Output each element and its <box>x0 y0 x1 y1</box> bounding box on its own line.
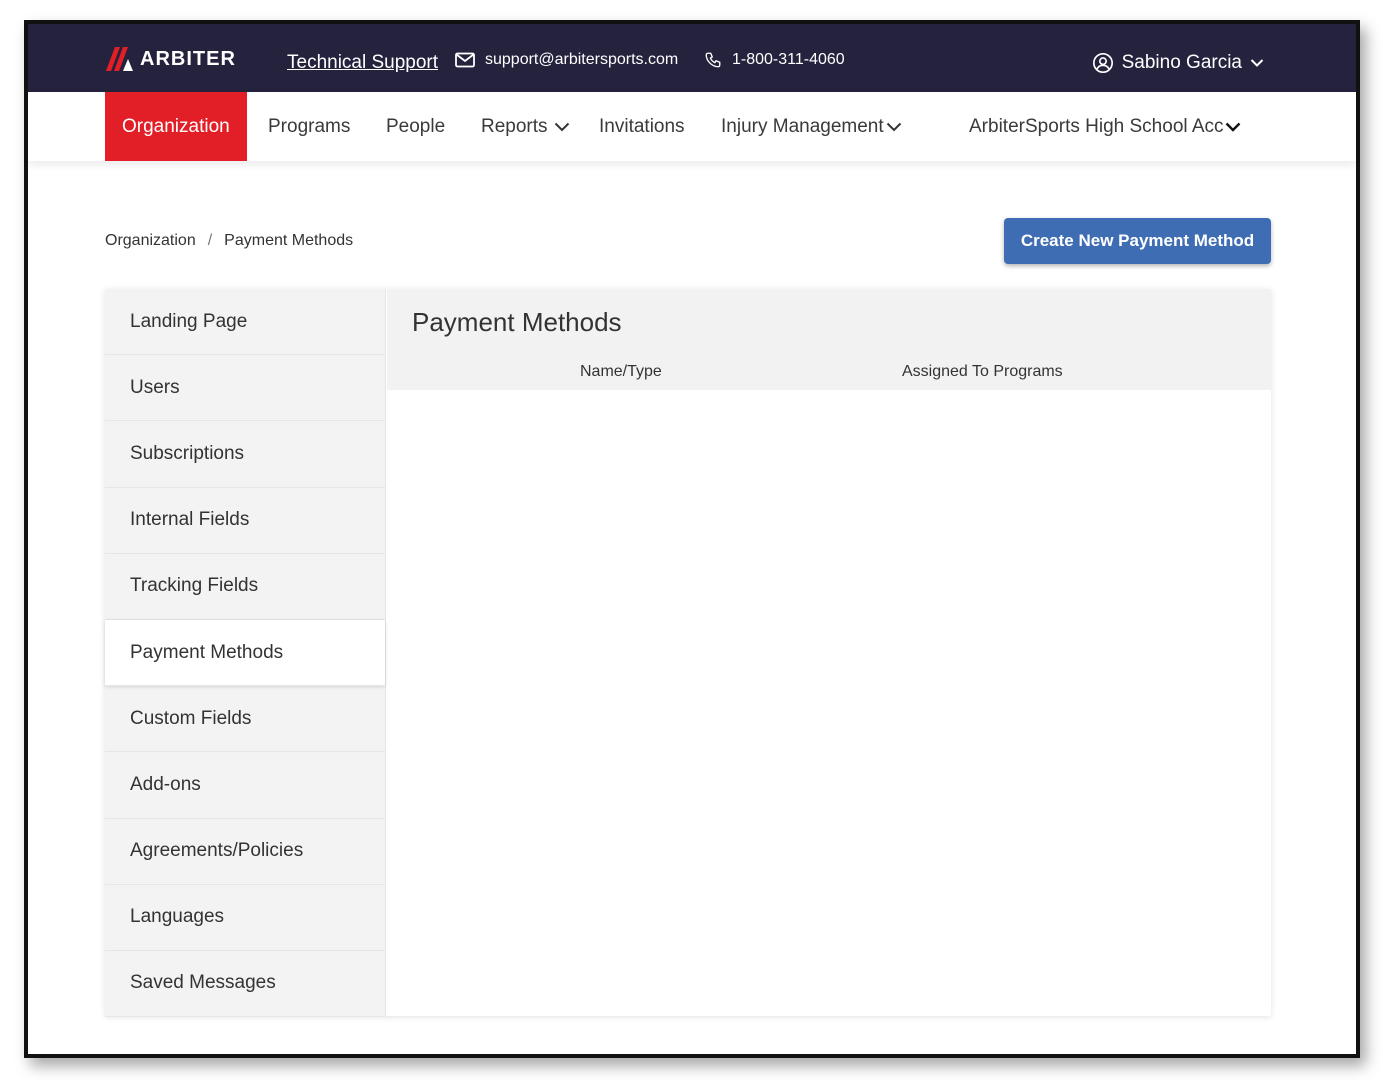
column-header-name-type[interactable]: Name/Type <box>580 363 662 381</box>
user-circle-icon <box>1092 52 1114 74</box>
breadcrumb-separator: / <box>207 232 213 249</box>
nav-label: Programs <box>268 115 351 137</box>
nav-label: Organization <box>122 115 230 137</box>
sidebar-item-payment-methods[interactable]: Payment Methods <box>105 619 385 687</box>
create-payment-method-button[interactable]: Create New Payment Method <box>1004 218 1271 264</box>
sidebar-item-landing-page[interactable]: Landing Page <box>105 289 385 356</box>
sidebar-item-tracking-fields[interactable]: Tracking Fields <box>105 554 385 620</box>
sidebar-item-label: Users <box>130 376 180 398</box>
sidebar-item-label: Agreements/Policies <box>130 840 304 862</box>
payment-methods-panel: Payment Methods Name/Type Assigned To Pr… <box>387 289 1271 1016</box>
sidebar-item-agreements-policies[interactable]: Agreements/Policies <box>105 819 385 885</box>
support-email-text: support@arbitersports.com <box>485 51 679 68</box>
nav-people[interactable]: People <box>386 92 445 161</box>
sidebar-item-internal-fields[interactable]: Internal Fields <box>105 488 385 554</box>
chevron-down-icon <box>554 122 570 132</box>
sidebar-item-label: Add-ons <box>130 773 201 795</box>
sidebar-item-label: Subscriptions <box>130 442 245 464</box>
phone-icon <box>704 51 722 69</box>
sidebar-item-label: Saved Messages <box>130 972 276 994</box>
nav-label: People <box>386 115 446 137</box>
app-window: ARBITER Technical Support support@arbite… <box>24 20 1360 1058</box>
chevron-down-icon <box>886 122 902 132</box>
content-card: Landing Page Users Subscriptions Interna… <box>105 289 1271 1018</box>
breadcrumb-current: Payment Methods <box>224 232 354 249</box>
main-nav: Organization Programs People Reports Inv… <box>28 92 1356 161</box>
breadcrumb: Organization / Payment Methods <box>105 232 353 250</box>
sidebar-item-add-ons[interactable]: Add-ons <box>105 752 385 819</box>
envelope-icon <box>455 52 475 68</box>
chevron-down-icon <box>1250 58 1264 68</box>
nav-label: ArbiterSports High School Acc <box>969 115 1224 137</box>
sidebar-item-label: Languages <box>130 906 225 928</box>
sidebar-item-label: Internal Fields <box>130 509 250 531</box>
nav-injury-management[interactable]: Injury Management <box>721 92 902 161</box>
sidebar-item-custom-fields[interactable]: Custom Fields <box>105 686 385 753</box>
sidebar-item-users[interactable]: Users <box>105 355 385 422</box>
sidebar-item-label: Landing Page <box>130 310 248 332</box>
nav-invitations[interactable]: Invitations <box>599 92 685 161</box>
panel-header: Payment Methods Name/Type Assigned To Pr… <box>387 289 1271 390</box>
support-email[interactable]: support@arbitersports.com <box>455 51 678 69</box>
nav-label: Injury Management <box>721 115 884 137</box>
nav-label: Reports <box>481 115 548 137</box>
sidebar-item-label: Custom Fields <box>130 707 252 729</box>
nav-organization[interactable]: Organization <box>105 92 247 161</box>
sidebar-item-languages[interactable]: Languages <box>105 885 385 951</box>
sidebar-item-label: Tracking Fields <box>130 575 259 597</box>
user-menu[interactable]: Sabino Garcia <box>1092 52 1264 74</box>
logo-text: ARBITER <box>140 47 236 70</box>
chevron-down-icon <box>1225 122 1241 132</box>
nav-programs[interactable]: Programs <box>268 92 350 161</box>
column-header-assigned-programs[interactable]: Assigned To Programs <box>902 363 1063 381</box>
sidebar-item-label: Payment Methods <box>130 641 284 663</box>
nav-reports[interactable]: Reports <box>481 92 570 161</box>
sidebar-item-subscriptions[interactable]: Subscriptions <box>105 421 385 488</box>
technical-support-link[interactable]: Technical Support <box>287 52 438 74</box>
settings-sidebar: Landing Page Users Subscriptions Interna… <box>105 289 386 1018</box>
top-bar: ARBITER Technical Support support@arbite… <box>28 24 1356 92</box>
user-name: Sabino Garcia <box>1121 52 1242 73</box>
support-phone[interactable]: 1-800-311-4060 <box>704 51 845 69</box>
breadcrumb-root[interactable]: Organization <box>105 232 196 250</box>
sidebar-item-saved-messages[interactable]: Saved Messages <box>105 951 385 1018</box>
arbiter-logo-icon <box>106 47 133 71</box>
nav-account-select[interactable]: ArbiterSports High School Acc <box>969 92 1241 161</box>
nav-label: Invitations <box>599 115 685 137</box>
page-title: Payment Methods <box>412 307 622 337</box>
support-phone-text: 1-800-311-4060 <box>732 51 845 68</box>
arbiter-logo[interactable]: ARBITER <box>106 46 236 72</box>
